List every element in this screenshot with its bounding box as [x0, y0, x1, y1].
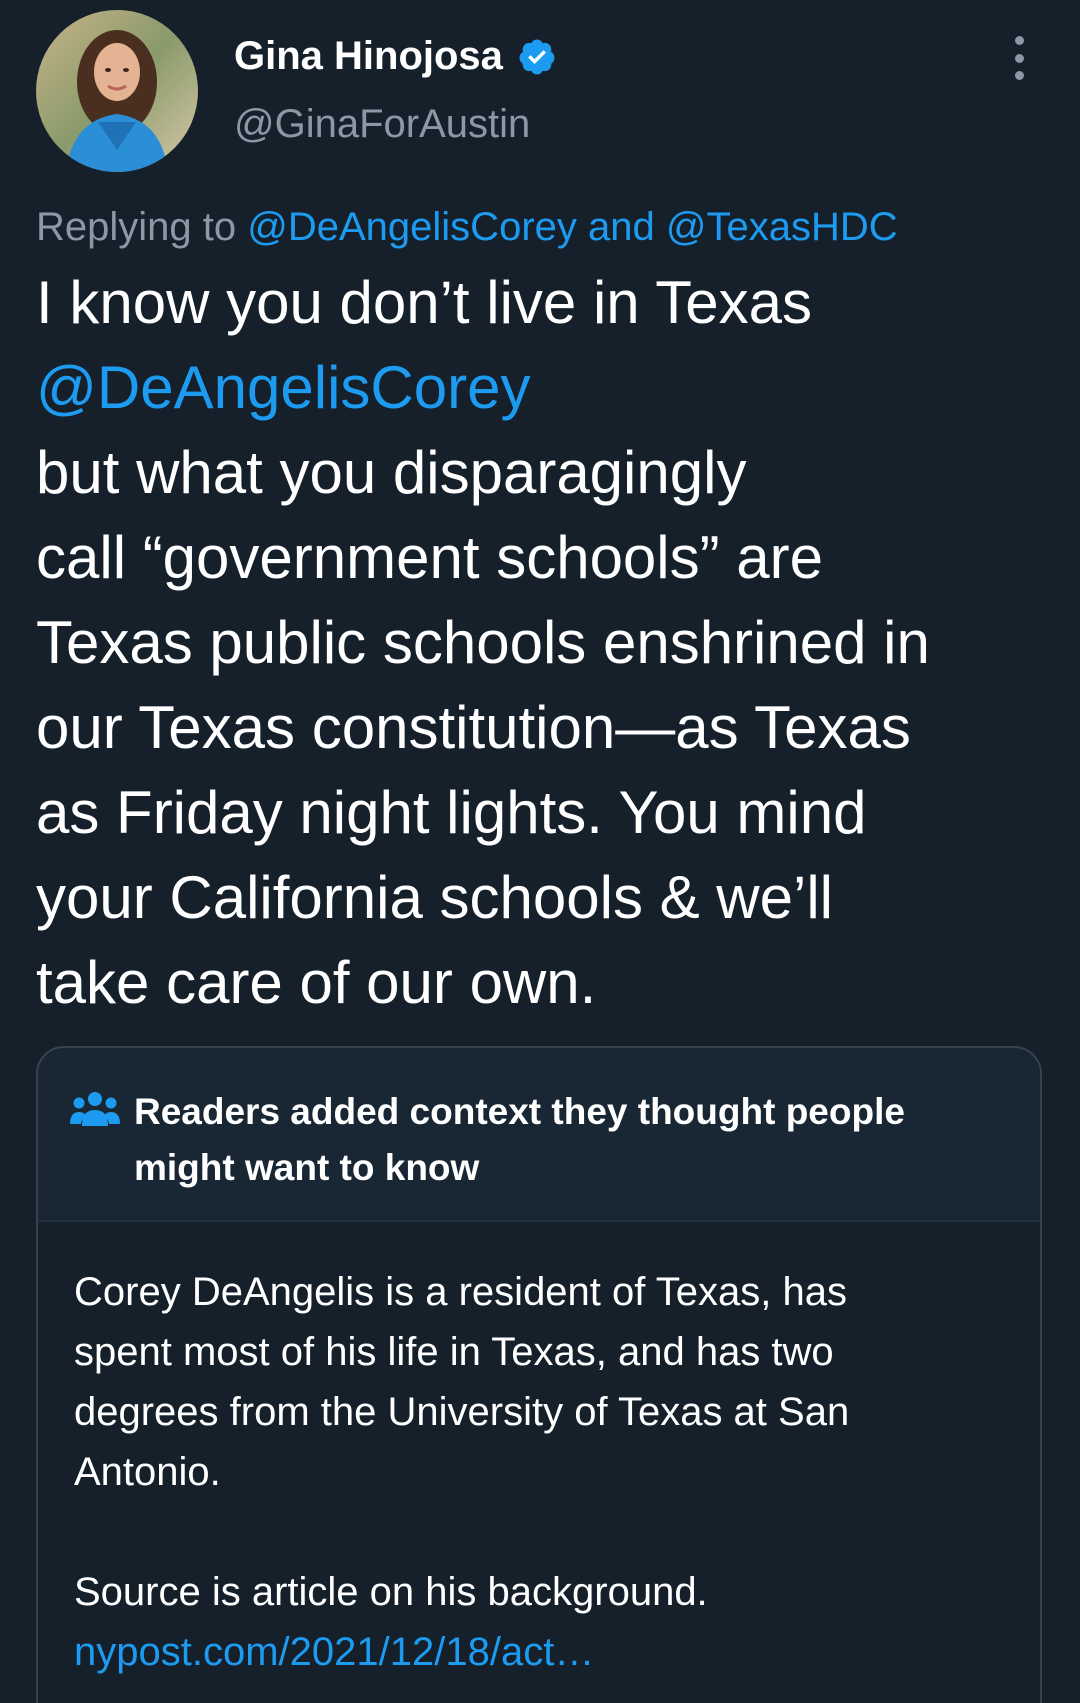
author-name-row[interactable]: Gina Hinojosa [234, 34, 557, 79]
note-source-link[interactable]: nypost.com/2021/12/18/act… [74, 1622, 594, 1682]
author-handle[interactable]: @GinaForAustin [234, 102, 530, 147]
note-line: Antonio. [74, 1450, 221, 1494]
note-source-text: Source is article on his background. [74, 1570, 708, 1614]
replying-to: Replying to @DeAngelisCorey and @TexasHD… [36, 205, 898, 250]
community-note-body: Corey DeAngelis is a resident of Texas, … [74, 1262, 1014, 1502]
tweet-mention-deangeliscorey[interactable]: @DeAngelisCorey [36, 345, 1046, 430]
community-note-card[interactable]: Readers added context they thought peopl… [36, 1046, 1042, 1703]
community-note-title: Readers added context they thought peopl… [134, 1084, 1014, 1196]
tweet-line: Texas public schools enshrined in [36, 609, 930, 676]
note-line: degrees from the University of Texas at … [74, 1390, 850, 1434]
tweet-text: I know you don’t live in Texas @DeAngeli… [36, 260, 1046, 1025]
tweet-line: as Friday night lights. You mind [36, 779, 867, 846]
tweet-screen: Gina Hinojosa @GinaForAustin Replying to… [0, 0, 1080, 1703]
note-line: spent most of his life in Texas, and has… [74, 1330, 834, 1374]
community-note-title-line: might want to know [134, 1147, 480, 1188]
more-dot [1014, 36, 1024, 45]
tweet-line: your California schools & we’ll [36, 864, 833, 931]
tweet-line: call “government schools” are [36, 524, 824, 591]
tweet-line: take care of our own. [36, 949, 597, 1016]
people-icon [70, 1090, 120, 1130]
tweet-line: but what you disparagingly [36, 439, 747, 506]
more-dot [1014, 53, 1024, 63]
replying-prefix: Replying to [36, 205, 237, 249]
avatar[interactable] [36, 10, 198, 172]
verified-badge-icon [517, 37, 557, 77]
reply-mention-deangeliscorey[interactable]: @DeAngelisCorey [247, 205, 577, 249]
community-note-header: Readers added context they thought peopl… [38, 1048, 1040, 1222]
reply-mention-texashdc[interactable]: @TexasHDC [666, 205, 898, 249]
tweet-line: I know you don’t live in Texas [36, 269, 812, 336]
tweet-line: our Texas constitution—as Texas [36, 694, 911, 761]
note-line: Corey DeAngelis is a resident of Texas, … [74, 1270, 847, 1314]
community-note-title-line: Readers added context they thought peopl… [134, 1091, 905, 1132]
more-options-icon[interactable] [1004, 36, 1034, 80]
author-name[interactable]: Gina Hinojosa [234, 34, 503, 79]
reply-conjunction[interactable]: and [588, 205, 655, 249]
more-dot [1014, 71, 1024, 80]
